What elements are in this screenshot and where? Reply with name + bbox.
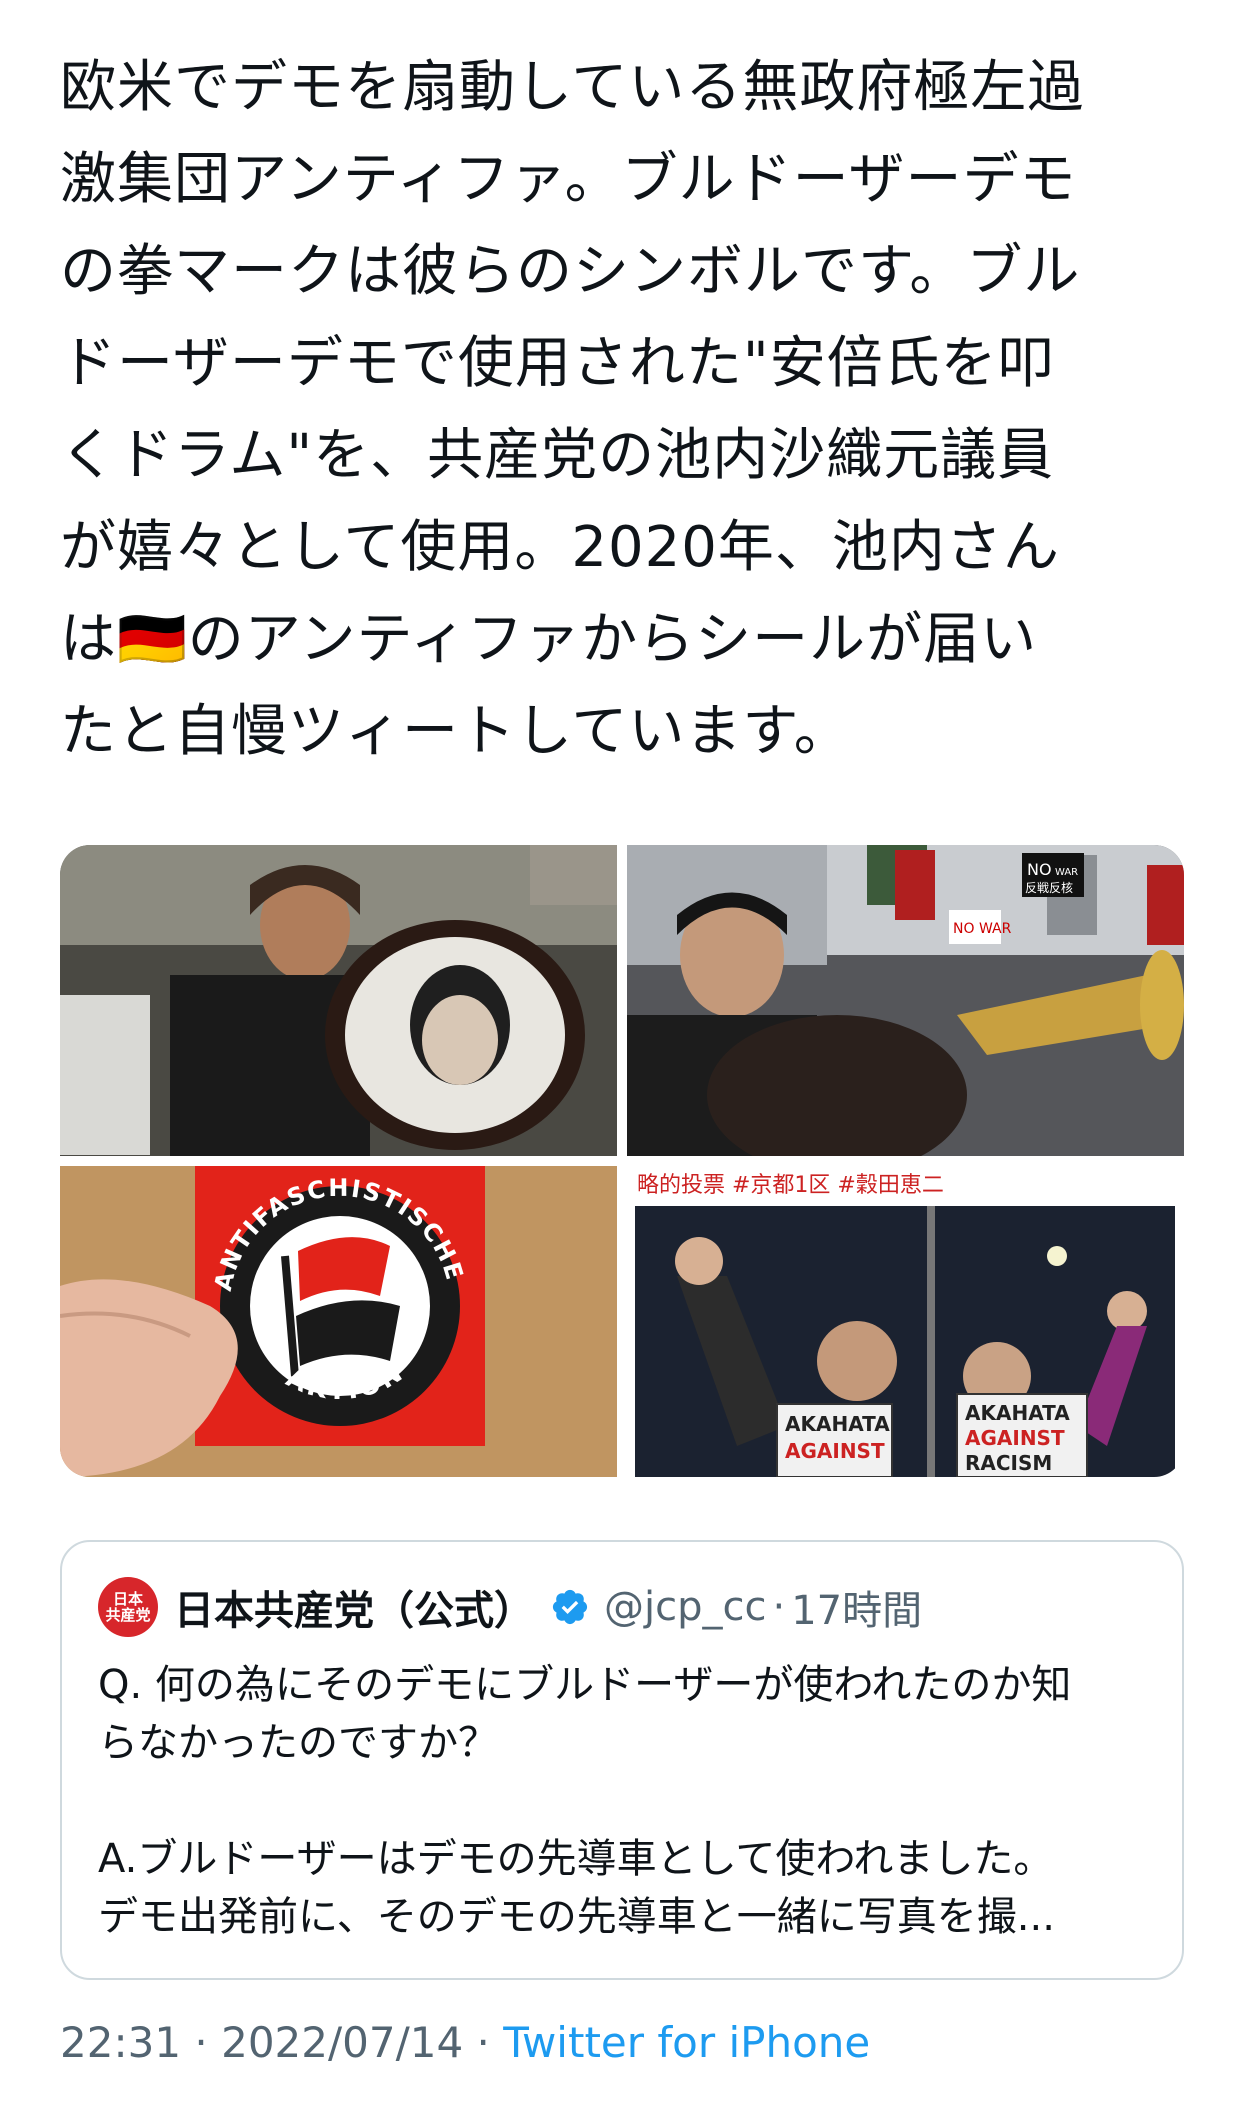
header-separator: · <box>772 1584 786 1630</box>
sign2-line3: RACISM <box>965 1451 1052 1475</box>
avatar-line1: 日本 <box>112 1590 143 1608</box>
sign2-line1: AKAHATA <box>965 1401 1070 1425</box>
photo-akahata[interactable]: 略的投票 #京都1区 #穀田恵二 AKAHATA AGAINST AKAHATA… <box>627 1166 1184 1477</box>
photo-caption: 略的投票 #京都1区 #穀田恵二 <box>637 1173 944 1198</box>
quote-timestamp[interactable]: 17時間 <box>791 1578 922 1636</box>
sign1-line1: AKAHATA <box>785 1412 890 1436</box>
tweet-source-link[interactable]: Twitter for iPhone <box>503 2018 870 2067</box>
media-grid: NO WAR 反戦反核 NO WAR ANTIFASCHISTISCHE AKT… <box>60 845 1184 1477</box>
tweet-date[interactable]: 2022/07/14 <box>221 2018 463 2067</box>
photo-antifa-sticker[interactable]: ANTIFASCHISTISCHE AKTION <box>60 1166 617 1477</box>
photo-demo-crowd-image: NO WAR 反戦反核 NO WAR <box>627 845 1184 1156</box>
verified-badge-icon <box>552 1589 588 1625</box>
avatar[interactable]: 日本 共産党 <box>98 1577 158 1637</box>
sign-hansen: 反戦反核 <box>1025 881 1073 895</box>
sign2-line2: AGAINST <box>965 1426 1065 1450</box>
quote-author-name[interactable]: 日本共産党（公式） <box>174 1578 534 1636</box>
meta-separator-1: · <box>181 2018 222 2067</box>
quote-header: 日本 共産党 日本共産党（公式） @jcp_cc · 17時間 <box>98 1572 1146 1642</box>
quote-author-handle[interactable]: @jcp_cc <box>604 1584 766 1630</box>
photo-antifa-sticker-image: ANTIFASCHISTISCHE AKTION <box>60 1166 617 1477</box>
sign1-line2: AGAINST <box>785 1439 885 1463</box>
tweet-text: 欧米でデモを扇動している無政府極左過 激集団アンティファ。ブルドーザーデモ の拳… <box>60 55 1085 764</box>
quote-tweet-card[interactable]: 日本 共産党 日本共産党（公式） @jcp_cc · 17時間 Q. 何の為にそ… <box>60 1540 1184 1980</box>
tweet-time[interactable]: 22:31 <box>60 2018 181 2067</box>
sign-nowar: NO WAR <box>953 921 1012 937</box>
quote-body-text: Q. 何の為にそのデモにブルドーザーが使われたのか知 らなかったのですか？ A.… <box>98 1662 1072 1940</box>
photo-demo-crowd[interactable]: NO WAR 反戦反核 NO WAR <box>627 845 1184 1156</box>
meta-separator-2: · <box>463 2018 504 2067</box>
avatar-line2: 共産党 <box>105 1606 151 1624</box>
tweet-meta: 22:31 · 2022/07/14 · Twitter for iPhone <box>60 2018 870 2067</box>
photo-drum-woman[interactable] <box>60 845 617 1156</box>
sign-no: NO <box>1027 860 1052 879</box>
photo-drum-woman-image <box>60 845 617 1156</box>
sign-war: WAR <box>1055 867 1078 878</box>
photo-akahata-image: 略的投票 #京都1区 #穀田恵二 AKAHATA AGAINST AKAHATA… <box>627 1166 1184 1477</box>
